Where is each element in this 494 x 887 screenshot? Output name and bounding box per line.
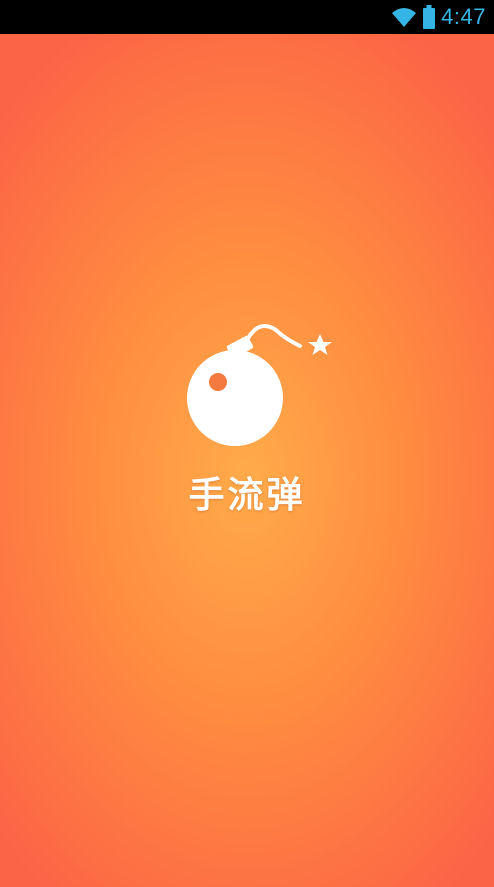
battery-icon bbox=[423, 5, 436, 29]
wifi-icon bbox=[391, 6, 417, 28]
splash-screen: 手流弹 bbox=[0, 34, 494, 887]
status-bar: 4:47 bbox=[0, 0, 494, 34]
app-name: 手流弹 bbox=[188, 475, 306, 516]
status-clock: 4:47 bbox=[441, 4, 486, 29]
bomb-icon bbox=[187, 324, 332, 446]
